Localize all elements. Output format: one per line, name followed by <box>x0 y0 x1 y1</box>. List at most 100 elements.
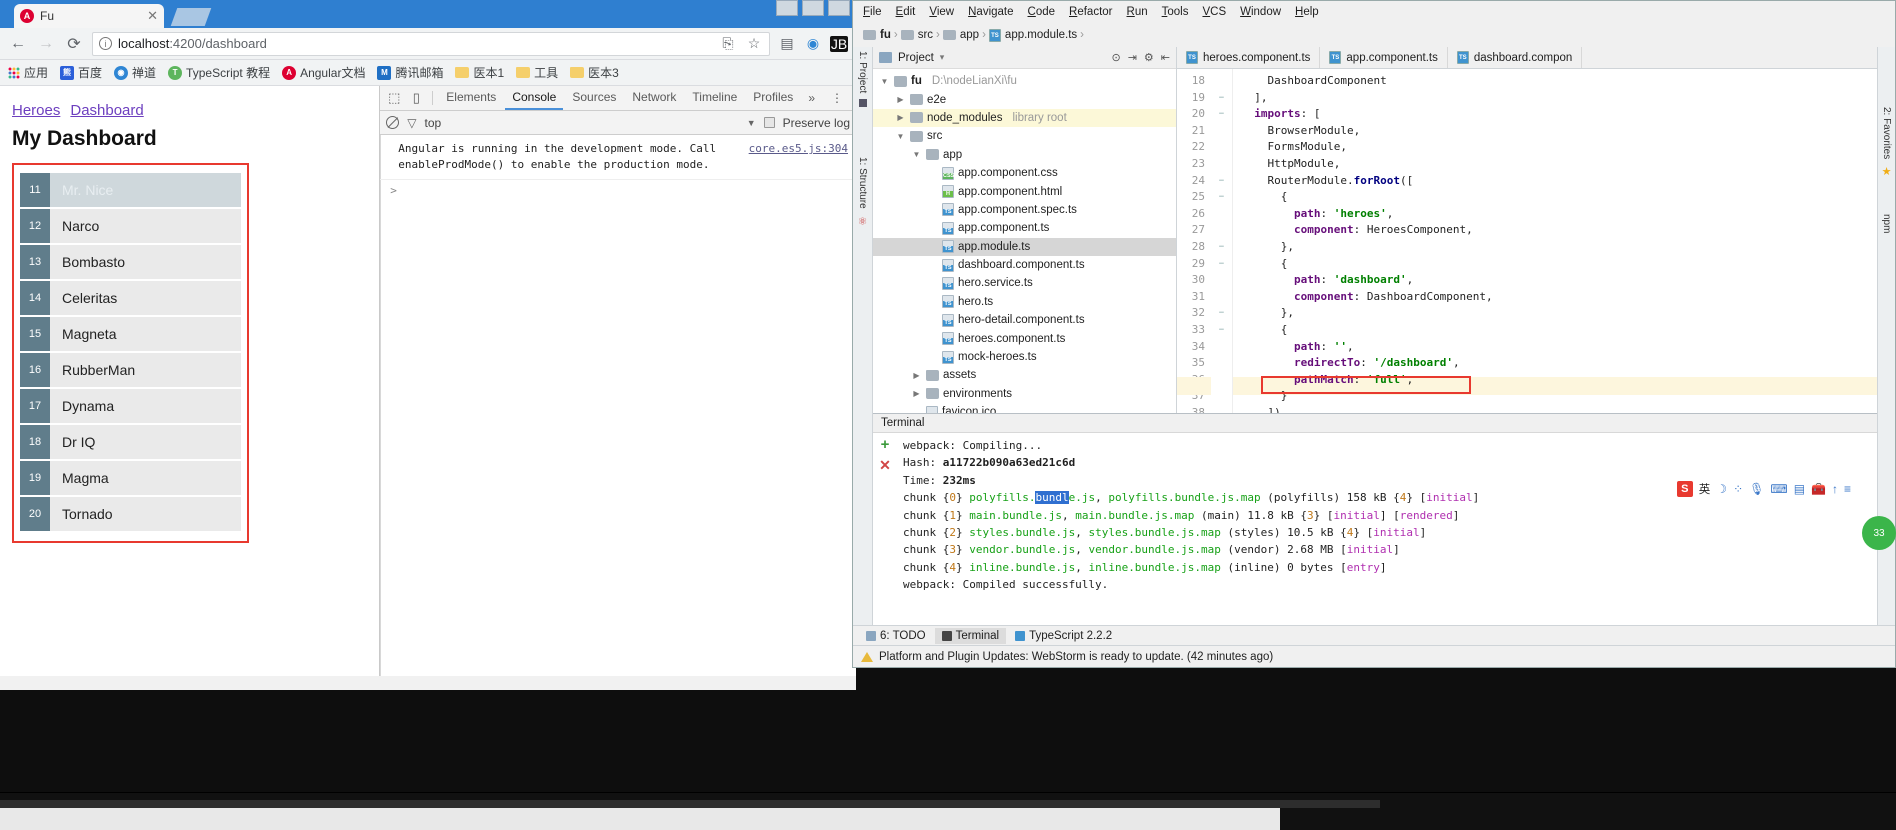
rail-npm-button[interactable]: npm <box>1881 214 1892 233</box>
bookmark-baidu[interactable]: 熊 百度 <box>60 64 102 81</box>
editor-tab-app-component[interactable]: TS app.component.ts <box>1320 47 1448 68</box>
hide-icon[interactable]: ⇤ <box>1161 51 1170 64</box>
site-info-icon[interactable]: i <box>99 37 112 50</box>
code-line[interactable]: }, <box>1241 239 1877 256</box>
menu-item-navigate[interactable]: Navigate <box>968 6 1013 18</box>
new-tab-button[interactable] <box>170 8 212 26</box>
code-line[interactable]: BrowserModule, <box>1241 123 1877 140</box>
toolbox-icon[interactable]: 🧰 <box>1811 482 1826 496</box>
chevron-right-icon[interactable]: ▶ <box>911 389 922 398</box>
menu-item-window[interactable]: Window <box>1240 6 1281 18</box>
code-line[interactable]: component: DashboardComponent, <box>1241 289 1877 306</box>
translate-icon[interactable]: ⎘ <box>719 35 737 52</box>
reading-list-icon[interactable]: ▤ <box>778 35 796 52</box>
gear-icon[interactable]: ⚙ <box>1144 51 1154 64</box>
moon-icon[interactable]: ☽ <box>1716 482 1727 496</box>
menu-item-code[interactable]: Code <box>1028 6 1056 18</box>
code-line[interactable]: component: HeroesComponent, <box>1241 222 1877 239</box>
tree-node[interactable]: ▶ e2e <box>873 90 1176 108</box>
menu-item-help[interactable]: Help <box>1295 6 1319 18</box>
fold-toggle-icon[interactable]: − <box>1211 189 1232 206</box>
preserve-log-checkbox[interactable] <box>763 117 775 128</box>
breadcrumb-item-app-module-ts[interactable]: TS app.module.ts <box>988 28 1077 42</box>
clear-console-icon[interactable] <box>386 116 400 129</box>
hero-item[interactable]: 11 Mr. Nice <box>20 173 241 207</box>
bookmark-qqmail[interactable]: M 腾讯邮箱 <box>377 64 443 81</box>
tree-node[interactable]: app.module.ts <box>873 237 1176 256</box>
code-fold-gutter[interactable]: − − − − − − − − <box>1211 69 1233 413</box>
fold-toggle-icon[interactable]: − <box>1211 90 1232 107</box>
filter-icon[interactable]: ▽ <box>407 116 416 130</box>
tree-node[interactable]: favicon.ico <box>873 403 1176 413</box>
device-toolbar-icon[interactable]: ▯ <box>406 90 426 106</box>
bottom-tab-typescript[interactable]: TypeScript 2.2.2 <box>1008 628 1119 644</box>
code-line[interactable]: } <box>1241 388 1877 405</box>
tree-node[interactable]: mock-heroes.ts <box>873 348 1176 366</box>
chevron-right-icon[interactable]: ▶ <box>895 113 906 122</box>
menu-icon[interactable]: ≡ <box>1844 482 1851 496</box>
tree-node[interactable]: app.component.html <box>873 182 1176 200</box>
browser-tab[interactable]: A Fu ✕ <box>14 4 164 28</box>
fold-toggle-icon[interactable]: − <box>1211 239 1232 256</box>
bookmark-angular[interactable]: A Angular文档 <box>282 64 365 81</box>
maximize-icon[interactable] <box>802 0 824 16</box>
editor-tab-heroes-component[interactable]: TS heroes.component.ts <box>1177 47 1321 68</box>
inspect-element-icon[interactable]: ⬚ <box>384 90 404 106</box>
tree-node[interactable]: hero.service.ts <box>873 274 1176 292</box>
hero-item[interactable]: 12 Narco <box>20 209 241 243</box>
tree-node[interactable]: ▼ src <box>873 127 1176 145</box>
terminal-output[interactable]: webpack: Compiling... Hash: a11722b090a63… <box>897 433 1877 625</box>
code-line[interactable]: path: 'heroes', <box>1241 206 1877 223</box>
tree-node[interactable]: ▼ fu D:\nodeLianXi\fu <box>873 72 1176 90</box>
bookmark-zentao[interactable]: ◉ 禅道 <box>114 64 156 81</box>
console-output[interactable]: Angular is running in the development mo… <box>380 135 856 676</box>
mic-icon[interactable]: 🎙 <box>1749 482 1764 496</box>
tab-timeline[interactable]: Timeline <box>685 86 744 110</box>
keyboard-icon[interactable]: ⌨ <box>1770 482 1787 496</box>
code-line[interactable]: imports: [ <box>1241 106 1877 123</box>
code-line[interactable]: { <box>1241 322 1877 339</box>
project-tree[interactable]: ▼ fu D:\nodeLianXi\fu ▶ e2e ▶ node_modules libr… <box>873 69 1176 413</box>
up-icon[interactable]: ↑ <box>1832 482 1838 496</box>
code-line[interactable]: FormsModule, <box>1241 139 1877 156</box>
menu-item-refactor[interactable]: Refactor <box>1069 6 1112 18</box>
collapse-all-icon[interactable]: ⇥ <box>1128 51 1137 64</box>
reload-icon[interactable]: ⟳ <box>64 34 84 54</box>
close-icon[interactable]: ✕ <box>147 8 158 24</box>
code-line[interactable]: HttpModule, <box>1241 156 1877 173</box>
tree-node[interactable]: app.component.spec.ts <box>873 201 1176 219</box>
menu-item-view[interactable]: View <box>929 6 954 18</box>
code-line[interactable]: ], <box>1241 90 1877 107</box>
tree-node[interactable]: hero-detail.component.ts <box>873 311 1176 329</box>
code-line[interactable]: redirectTo: '/dashboard', <box>1241 355 1877 372</box>
console-source-link[interactable]: core.es5.js:304 <box>749 141 848 157</box>
tree-node[interactable]: app.component.css <box>873 164 1176 182</box>
dots-icon[interactable]: ⁘ <box>1733 482 1743 496</box>
hero-item[interactable]: 13 Bombasto <box>20 245 241 279</box>
tree-node[interactable]: app.component.ts <box>873 219 1176 237</box>
menu-item-edit[interactable]: Edit <box>896 6 916 18</box>
sogou-icon[interactable]: S <box>1676 481 1693 497</box>
add-terminal-icon[interactable]: + <box>881 437 890 452</box>
editor-tab-dashboard-component[interactable]: TS dashboard.compon <box>1448 47 1583 68</box>
tree-node[interactable]: heroes.component.ts <box>873 329 1176 347</box>
more-tabs-icon[interactable]: » <box>802 89 821 107</box>
chevron-down-icon[interactable]: ▼ <box>911 150 922 159</box>
tab-sources[interactable]: Sources <box>565 86 623 110</box>
tree-node[interactable]: ▶ assets <box>873 366 1176 384</box>
tab-elements[interactable]: Elements <box>439 86 503 110</box>
hero-item[interactable]: 14 Celeritas <box>20 281 241 315</box>
breadcrumb-item-fu[interactable]: fu <box>863 29 891 41</box>
preserve-log-label[interactable]: Preserve log <box>783 116 850 130</box>
menu-item-tools[interactable]: Tools <box>1162 6 1189 18</box>
chevron-right-icon[interactable]: ▶ <box>895 95 906 104</box>
address-bar[interactable]: i localhost:4200/dashboard ⎘ ☆ <box>92 31 770 56</box>
close-window-icon[interactable] <box>828 0 850 16</box>
chevron-down-icon[interactable]: ▼ <box>879 77 890 86</box>
code-line[interactable]: { <box>1241 189 1877 206</box>
bookmark-typescript[interactable]: T TypeScript 教程 <box>168 64 270 81</box>
hero-item[interactable]: 19 Magma <box>20 461 241 495</box>
jetbrains-icon[interactable]: JB <box>830 35 848 52</box>
bookmark-folder-1[interactable]: 医本1 <box>455 64 504 81</box>
chevron-down-icon[interactable]: ▾ <box>940 52 945 63</box>
